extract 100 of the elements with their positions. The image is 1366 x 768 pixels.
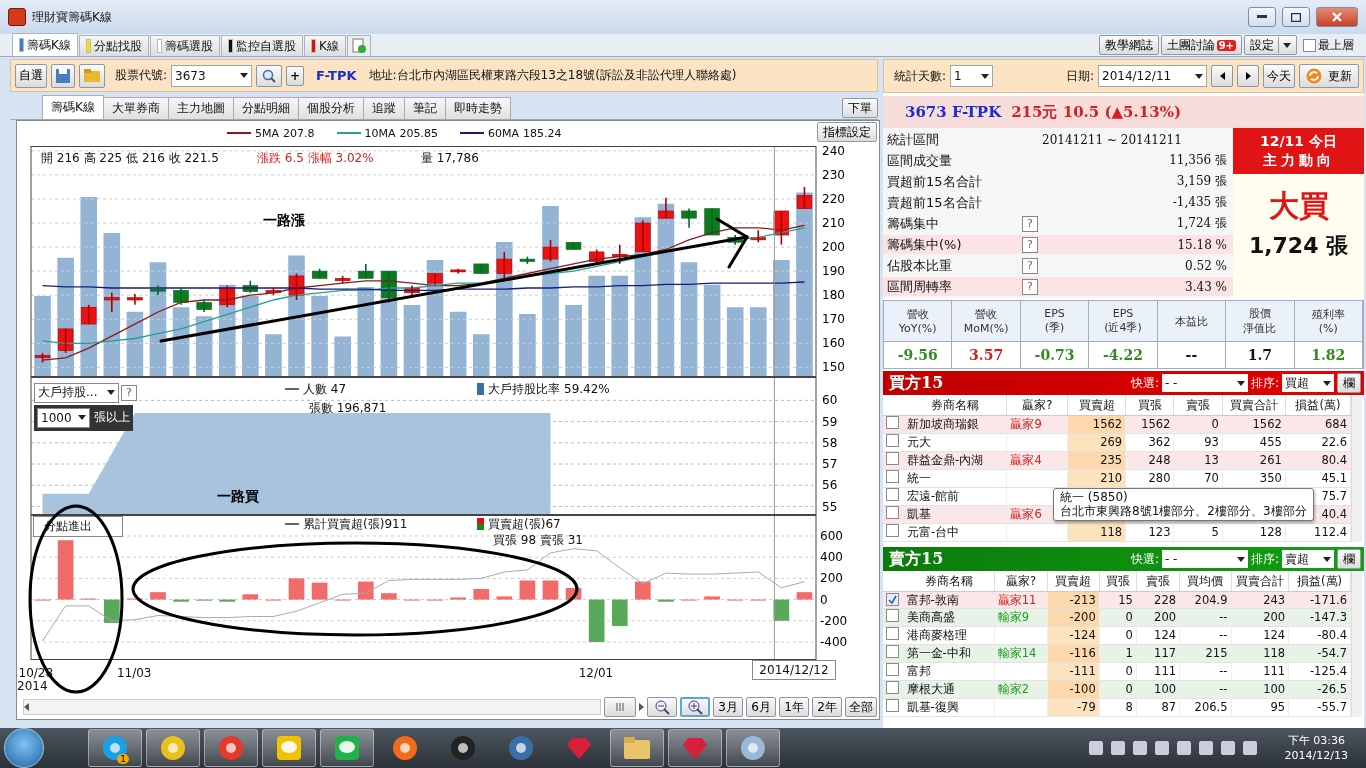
metric-label: EPS	[1044, 307, 1065, 320]
metric-label: 淨值比	[1243, 321, 1277, 336]
table-cell: 111	[1263, 664, 1286, 678]
axis-label: 200	[820, 571, 843, 586]
table-cell: --	[1219, 628, 1228, 642]
metric-label: 本益比	[1174, 313, 1208, 329]
legend-label: 大戶持股比率	[488, 380, 560, 398]
table-cell: 248	[1148, 453, 1171, 467]
table-cell: 93	[1204, 435, 1219, 449]
axis-label: 11/03	[116, 665, 152, 680]
legend-label: 張數 196,871	[309, 399, 387, 417]
annotation-text: 一路買	[217, 488, 259, 504]
metric-label: (%)	[1318, 322, 1338, 335]
notification-badge: 1	[117, 754, 129, 764]
axis-label: 150	[822, 360, 845, 375]
legend-label: 60MA	[488, 126, 520, 140]
stock-name: F-TPK	[316, 68, 357, 83]
table-cell: 100	[1263, 682, 1286, 696]
axis-label: 600	[820, 528, 843, 543]
legend-value: 185.24	[523, 126, 562, 140]
legend-label: 人數 47	[303, 380, 347, 398]
broker-name: 統一	[904, 469, 1007, 488]
sort-label: 排序:	[1250, 550, 1279, 568]
broker-name: 元大	[904, 433, 1007, 452]
table-cell: 8	[1125, 700, 1133, 714]
table-cell: 111	[1154, 664, 1176, 678]
summary-value: 0.52 %	[1184, 258, 1227, 273]
table-cell: 1562	[1252, 417, 1282, 431]
table-cell: 95	[1270, 700, 1286, 714]
summary-label: 統計區間	[887, 130, 940, 149]
table-cell: 124	[1154, 628, 1176, 642]
price-text: 215元 10.5 (▲5.13%)	[1011, 102, 1181, 122]
column-header: 買均價	[1179, 571, 1231, 592]
table-cell: -200	[1069, 610, 1096, 624]
axis-label: 180	[822, 287, 845, 302]
axis-label: 240	[822, 145, 845, 158]
days-label: 統計天數:	[894, 67, 947, 85]
table-cell: 75.7	[1321, 489, 1347, 503]
checkbox-label: 最上層	[1318, 36, 1354, 54]
table-cell: 124	[1263, 628, 1286, 642]
table-cell: 118	[1263, 646, 1286, 660]
table-cell: -125.4	[1309, 664, 1347, 678]
summary-value: 3.43 %	[1184, 279, 1227, 294]
axis-label: 200	[822, 239, 845, 254]
table-cell: 80.4	[1321, 453, 1347, 467]
broker-name: 港商麥格理	[903, 626, 995, 645]
axis-label: 58	[822, 435, 838, 450]
table-cell: 350	[1259, 471, 1282, 485]
window-title: 理財寶籌碼K線	[32, 8, 113, 26]
axis-label: 400	[820, 549, 843, 564]
legend-label: 買賣超(張)	[488, 515, 546, 533]
table-cell: 118	[1100, 525, 1123, 539]
legend-value: 205.85	[399, 126, 439, 140]
metric-label: MoM(%)	[963, 322, 1009, 335]
axis-label: 59	[822, 414, 838, 429]
table-cell: 200	[1154, 610, 1176, 624]
signal-amount: 1,724 張	[1248, 231, 1349, 260]
summary-label: 區間周轉率	[887, 277, 953, 296]
summary-value: 15.18 %	[1176, 237, 1227, 252]
table-cell: -100	[1069, 682, 1096, 696]
table-cell: 0	[1125, 664, 1133, 678]
summary-value: 11,356 張	[1168, 152, 1227, 169]
quick-select-label: 快選:	[1130, 374, 1159, 392]
table-cell: 204.9	[1194, 592, 1228, 607]
column-header: 買賣合計	[1231, 571, 1289, 592]
table-cell: 22.6	[1321, 435, 1347, 449]
column-header: 損益(萬)	[1288, 571, 1351, 592]
metric-value: -0.73	[1034, 347, 1075, 363]
metric-label: 營收	[906, 307, 929, 322]
volume-text: 量 17,786	[421, 149, 479, 167]
legend-label: 5MA	[255, 126, 279, 140]
section-title: 賣方15	[889, 548, 944, 570]
table-cell: 123	[1148, 525, 1171, 539]
metric-value: 1.82	[1311, 347, 1346, 363]
table-cell: 280	[1148, 471, 1171, 485]
table-cell: 15	[1118, 592, 1133, 607]
axis-label: 210	[822, 215, 845, 230]
stock-symbol: 3673 F-TPK	[905, 103, 1002, 121]
metric-label: 營收	[975, 307, 998, 322]
table-cell: 243	[1263, 592, 1286, 607]
column-header: 贏家?	[1006, 395, 1068, 416]
table-cell: 117	[1154, 646, 1176, 660]
table-cell: 1	[1125, 646, 1133, 660]
axis-label: 56	[822, 478, 838, 492]
table-cell: --	[1219, 682, 1228, 696]
axis-label: 160	[822, 336, 845, 350]
table-cell: 269	[1100, 435, 1123, 449]
summary-value: 20141211 ~ 20141211	[1041, 132, 1183, 147]
signal-verdict: 大買	[1268, 186, 1329, 225]
summary-label: 籌碼集中	[887, 214, 940, 233]
stock-code-label: 股票代號:	[115, 67, 168, 84]
section-title: 買方15	[889, 372, 944, 394]
metric-label: 股價	[1248, 306, 1271, 321]
quick-select-label: 快選:	[1130, 550, 1159, 568]
table-cell: 0	[1125, 628, 1133, 642]
axis-label: 170	[822, 311, 845, 326]
signal-date: 12/11 今日	[1259, 132, 1338, 151]
legend-label: 買張 98 賣張 31	[493, 531, 583, 549]
table-cell: -171.6	[1309, 592, 1347, 607]
column-header: 損益(萬)	[1285, 395, 1351, 416]
